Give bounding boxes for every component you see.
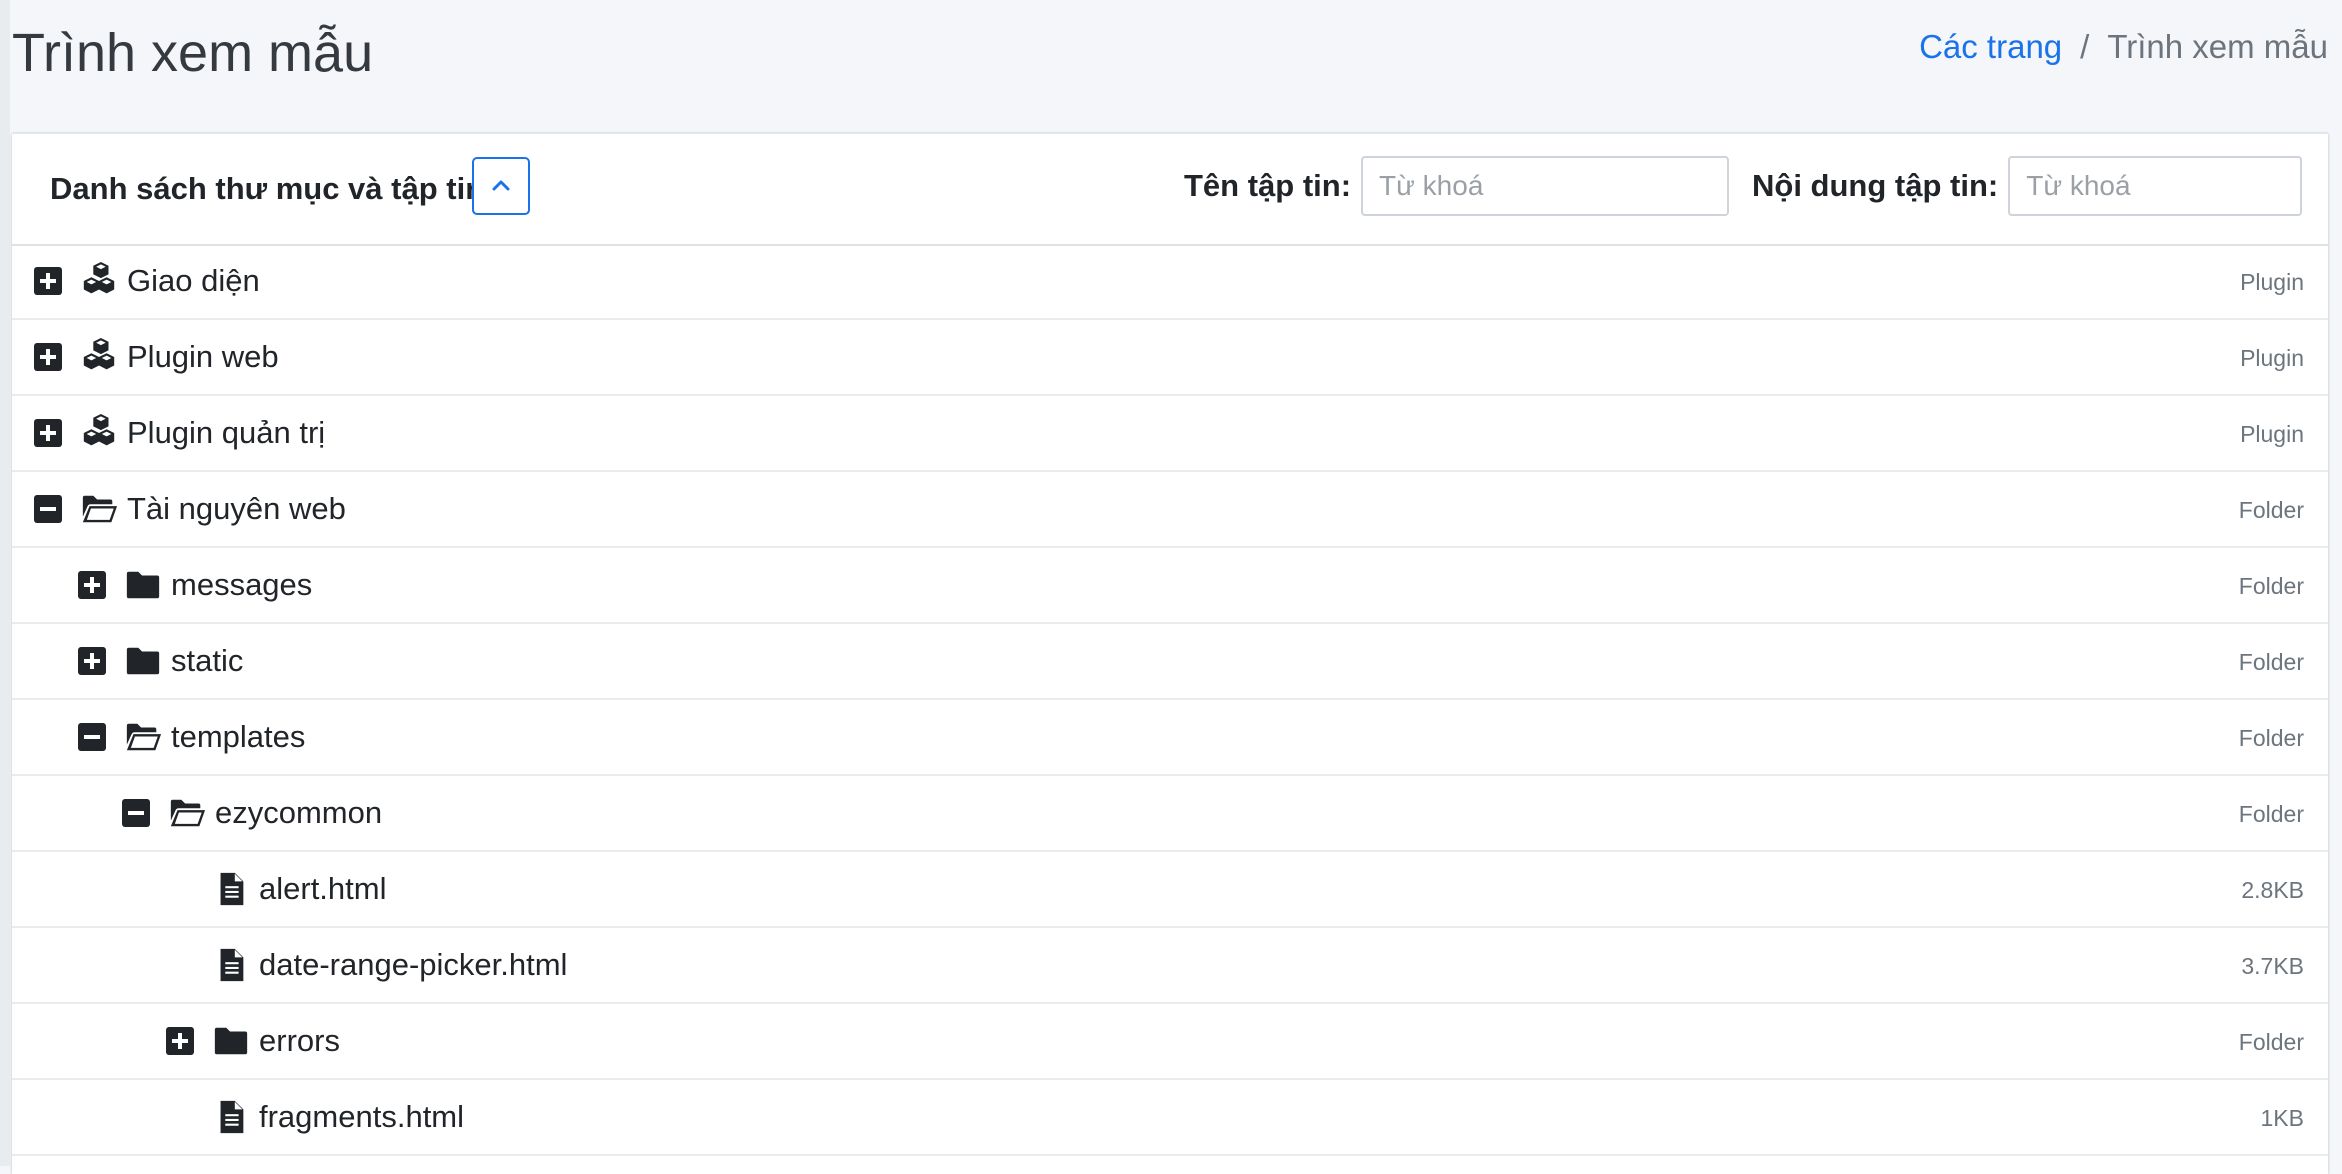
breadcrumb: Các trang / Trình xem mẫu [1919,24,2328,70]
tree-item-name[interactable]: date-range-picker.html [259,944,567,986]
tree-item-name[interactable]: Plugin quản trị [127,412,325,454]
tree-row[interactable]: alert.html 2.8KB [12,852,2328,928]
card-header: Danh sách thư mục và tập tin Tên tập tin… [12,134,2328,246]
file-content-filter: Nội dung tập tin: [1752,156,2303,216]
tree-item-meta: Folder [2238,649,2304,675]
breadcrumb-link-pages[interactable]: Các trang [1919,24,2062,70]
file-tree-card: Danh sách thư mục và tập tin Tên tập tin… [12,133,2328,1174]
expand-icon[interactable] [34,267,62,295]
breadcrumb-separator: / [2080,28,2090,65]
tree-row[interactable]: templates Folder [12,700,2328,776]
tree-item-meta: Folder [2238,497,2304,523]
collapse-icon[interactable] [122,799,150,827]
tree-item-name[interactable]: templates [171,716,305,758]
tree-item-meta: 3.7KB [2241,953,2304,979]
file-name-filter: Tên tập tin: [1184,156,1730,216]
cubes-icon [80,338,118,376]
tree-row[interactable]: Tài nguyên web Folder [12,472,2328,548]
tree-item-name[interactable]: Plugin web [127,336,279,378]
expand-icon[interactable] [34,419,62,447]
tree-item-meta: Folder [2238,801,2304,827]
file-content-label: Nội dung tập tin: [1752,168,1999,203]
tree-item-name[interactable]: Tài nguyên web [127,488,346,530]
card-title: Danh sách thư mục và tập tin [50,171,485,206]
folder-icon [124,642,162,680]
tree-item-name[interactable]: static [171,640,243,682]
file-icon [212,946,250,984]
folder-open-icon [124,718,162,756]
expand-icon[interactable] [78,571,106,599]
tree-item-meta: 2.8KB [2241,877,2304,903]
expand-icon[interactable] [166,1027,194,1055]
expand-icon[interactable] [78,647,106,675]
folder-open-icon [80,490,118,528]
tree-item-name[interactable]: messages [171,564,312,606]
tree-item-meta: Plugin [2240,345,2304,371]
file-tree: Giao diện Plugin Plugin web Plugin Plugin qu… [12,244,2328,1156]
tree-item-meta: Folder [2238,725,2304,751]
collapse-icon[interactable] [34,495,62,523]
file-name-label: Tên tập tin: [1184,168,1352,203]
tree-item-name[interactable]: errors [259,1020,340,1062]
tree-row[interactable]: ezycommon Folder [12,776,2328,852]
tree-row[interactable]: fragments.html 1KB [12,1080,2328,1156]
tree-row[interactable]: Giao diện Plugin [12,244,2328,320]
tree-row[interactable]: date-range-picker.html 3.7KB [12,928,2328,1004]
tree-item-meta: Folder [2238,573,2304,599]
tree-item-name[interactable]: alert.html [259,868,386,910]
folder-icon [124,566,162,604]
tree-row[interactable]: errors Folder [12,1004,2328,1080]
collapse-icon[interactable] [78,723,106,751]
chevron-up-icon [492,180,510,191]
tree-row[interactable]: messages Folder [12,548,2328,624]
file-content-input[interactable] [2008,156,2303,216]
tree-row[interactable]: static Folder [12,624,2328,700]
tree-row[interactable]: Plugin quản trị Plugin [12,396,2328,472]
tree-item-name[interactable]: Giao diện [127,260,260,302]
tree-item-meta: Folder [2238,1029,2304,1055]
collapse-button[interactable] [472,157,530,215]
folder-open-icon [168,794,206,832]
breadcrumb-current: Trình xem mẫu [2107,28,2328,65]
file-icon [212,1098,250,1136]
cubes-icon [80,262,118,300]
tree-item-meta: Plugin [2240,269,2304,295]
tree-row[interactable]: Plugin web Plugin [12,320,2328,396]
folder-icon [212,1022,250,1060]
tree-item-name[interactable]: ezycommon [215,792,382,834]
left-edge-strip [0,0,10,1166]
page-title: Trình xem mẫu [12,23,374,83]
expand-icon[interactable] [34,343,62,371]
file-name-input[interactable] [1361,156,1730,216]
tree-item-meta: Plugin [2240,421,2304,447]
tree-item-meta: 1KB [2260,1105,2304,1131]
file-icon [212,870,250,908]
tree-item-name[interactable]: fragments.html [259,1096,464,1138]
cubes-icon [80,414,118,452]
